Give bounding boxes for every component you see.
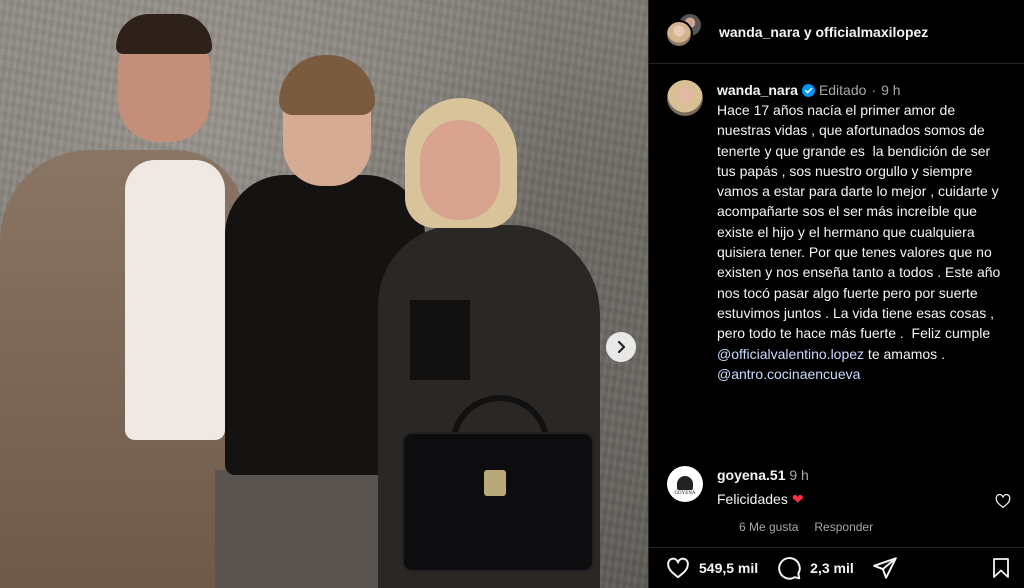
comment-likes[interactable]: 6 Me gusta: [739, 520, 798, 534]
red-heart-emoji-icon: ❤: [791, 491, 804, 507]
separator-dot: ·: [871, 82, 877, 98]
verified-badge-icon: [801, 83, 815, 97]
caption-body: Hace 17 años nacía el primer amor de nue…: [717, 102, 1005, 342]
share-button[interactable]: [872, 555, 898, 581]
post-caption: wanda_nara Editado · 9 h Hace 17 años na…: [667, 80, 1012, 384]
heart-icon[interactable]: [994, 492, 1012, 510]
post-photo[interactable]: [0, 0, 648, 588]
comment-text: Felicidades: [717, 491, 788, 507]
avatar-wanda-nara[interactable]: [665, 19, 693, 48]
next-photo-button[interactable]: [606, 332, 636, 362]
save-button[interactable]: [989, 556, 1013, 585]
comment-reply-button[interactable]: Responder: [814, 520, 873, 534]
post-side-panel: wanda_nara y officialmaxilopez wanda_nar…: [648, 0, 1024, 588]
man-figure-shirt: [125, 160, 225, 440]
post-header: wanda_nara y officialmaxilopez: [649, 0, 1024, 64]
mention-link-antro[interactable]: @antro.cocinaencueva: [717, 366, 860, 382]
comment-username[interactable]: goyena.51: [717, 467, 785, 483]
action-bar: 549,5 mil 2,3 mil: [649, 547, 1024, 588]
man-figure-hair: [116, 14, 212, 54]
likes-count[interactable]: 549,5 mil: [699, 560, 758, 576]
collab-avatars[interactable]: [665, 11, 705, 52]
woman-figure-head: [420, 120, 500, 220]
handbag: [402, 432, 594, 572]
header-usernames[interactable]: wanda_nara y officialmaxilopez: [719, 24, 928, 40]
avatar[interactable]: GOYENA: [667, 466, 703, 502]
comment-icon: [778, 557, 801, 580]
caption-tail: te amamos .: [864, 345, 945, 362]
like-button[interactable]: 549,5 mil: [665, 555, 758, 581]
mention-link-valentino[interactable]: @officialvalentino.lopez: [717, 346, 864, 362]
handbag-lock: [484, 470, 506, 496]
boy-figure-legs: [215, 470, 400, 588]
woman-figure-top: [410, 300, 470, 380]
comment-time[interactable]: 9 h: [789, 467, 808, 483]
comments-count[interactable]: 2,3 mil: [810, 560, 854, 576]
goyena-logo-icon: [677, 475, 693, 490]
share-icon: [872, 557, 897, 579]
caption-time[interactable]: 9 h: [881, 80, 900, 100]
next-arrow-icon: [617, 340, 626, 354]
bookmark-icon: [993, 558, 1009, 578]
caption-username[interactable]: wanda_nara: [717, 80, 798, 100]
comment-button[interactable]: 2,3 mil: [776, 555, 854, 581]
comment-item: GOYENA goyena.51 9 h Felicidades ❤ 6 Me g…: [667, 466, 1012, 534]
goyena-logo-text: GOYENA: [674, 490, 696, 496]
heart-icon: [667, 557, 689, 579]
edited-label: Editado: [818, 82, 867, 98]
caption-text: Hace 17 años nacía el primer amor de nue…: [717, 100, 1012, 384]
avatar[interactable]: [667, 80, 703, 116]
